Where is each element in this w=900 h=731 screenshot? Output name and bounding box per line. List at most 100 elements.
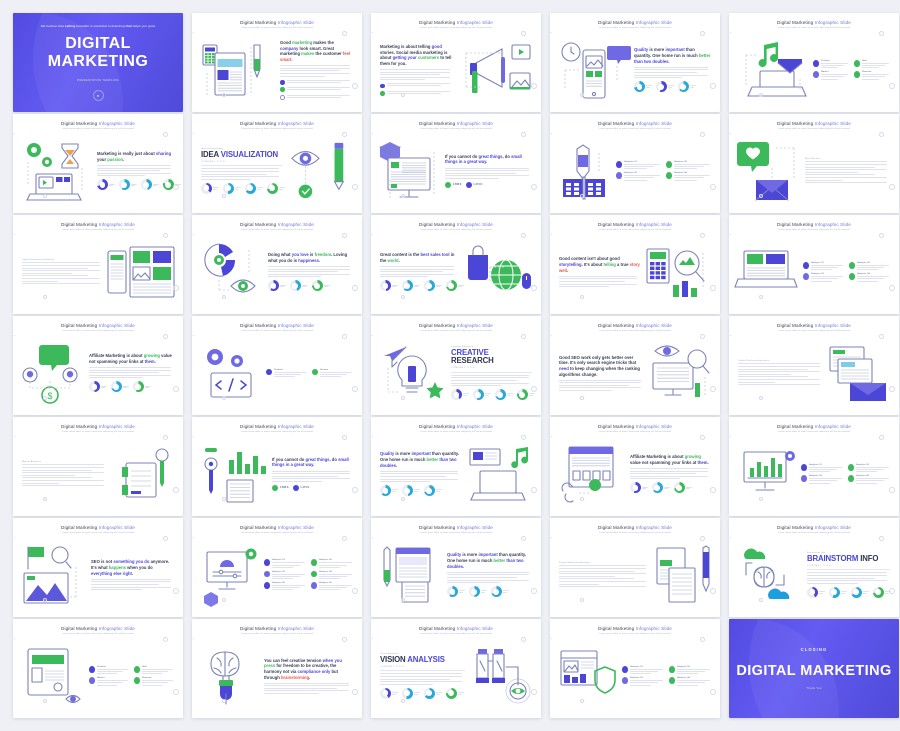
text-block: SEO is not something you do anymore. It'… (91, 559, 174, 591)
text-line (624, 177, 655, 179)
person-text: Analysis 01 (272, 559, 306, 568)
avatar-icon (854, 60, 860, 67)
donut-label (131, 183, 138, 187)
slide-artwork (649, 345, 711, 401)
text-line (559, 382, 641, 384)
text-line (22, 464, 104, 466)
slide-artwork (655, 545, 711, 604)
avatar-icon (669, 677, 675, 684)
slide-25[interactable]: Digital Marketing Infographic Slide Lorem… (729, 417, 899, 516)
avatar-icon (622, 677, 628, 684)
slide-title: Digital Marketing Infographic Slide (380, 626, 532, 631)
slide-13[interactable]: Digital Marketing Infographic Slide Lorem… (371, 215, 541, 314)
slide-title-main: Digital Marketing (419, 626, 457, 631)
slide-2[interactable]: Digital Marketing Infographic Slide Lorem… (192, 13, 362, 112)
stat-dot (292, 484, 299, 491)
list-block: Best Results (805, 158, 890, 184)
text-block: Quality is more important than quantity.… (380, 451, 461, 497)
slide-24[interactable]: Digital Marketing Infographic Slide Lorem… (550, 417, 720, 516)
text-line (264, 687, 337, 689)
slide-10[interactable]: Digital Marketing Infographic Slide Lorem… (729, 114, 899, 213)
text-lines (559, 379, 644, 392)
bullet-text (387, 90, 453, 94)
label-line (414, 691, 421, 693)
slide-23[interactable]: Digital Marketing Infographic Slide Lorem… (371, 417, 541, 516)
bag-globe-mouse-illustration (468, 245, 531, 291)
closing-title: DIGITAL MARKETING (736, 662, 892, 679)
text-line (201, 168, 279, 170)
person-item: Sale (134, 666, 174, 675)
slide-body: Good marketing makes the company look sm… (201, 31, 353, 106)
text-line (857, 276, 889, 278)
slide-4[interactable]: Digital Marketing Infographic Slide Lorem… (550, 13, 720, 112)
slide-20[interactable]: Digital Marketing Infographic Slide Lorem… (729, 316, 899, 415)
slide-27[interactable]: Digital Marketing Infographic Slide Lorem… (192, 518, 362, 617)
bullet-item (380, 83, 453, 89)
slide-12[interactable]: Digital Marketing Infographic Slide Lorem… (192, 215, 362, 314)
person-item: Analysis 04 (849, 273, 890, 282)
slide-21[interactable]: Digital Marketing Infographic Slide Lorem… (13, 417, 183, 516)
text-line (380, 473, 458, 475)
text-block: Affiliate Marketing is about growing val… (89, 353, 174, 393)
label-line (863, 590, 870, 592)
list-block: Digital Marketing Solutions (22, 259, 103, 285)
label-line (392, 489, 399, 491)
slide-body: Digital Marketing Analysis (559, 536, 711, 611)
person-label: Analysis 03 (272, 570, 285, 573)
donut-item (445, 687, 465, 699)
text-line (674, 166, 705, 168)
donut-chart-group (447, 586, 532, 598)
slide-header: Digital Marketing Infographic Slide Lorem… (201, 323, 353, 334)
slide-28[interactable]: Digital Marketing Infographic Slide Lorem… (371, 518, 541, 617)
slide-32[interactable]: Digital Marketing Infographic Slide Lorem… (192, 619, 362, 718)
text-line (264, 682, 350, 684)
slide-6[interactable]: Digital Marketing Infographic Slide Lorem… (13, 114, 183, 213)
slide-title-main: Digital Marketing (61, 121, 99, 126)
slide-body: Product Service (201, 334, 353, 409)
cover-subtitle: PRESENTATION TEMPLATE (77, 79, 119, 83)
slide-3[interactable]: Digital Marketing Infographic Slide Lorem… (371, 13, 541, 112)
text-line (630, 470, 708, 472)
slide-19[interactable]: Digital Marketing Infographic Slide Lorem… (550, 316, 720, 415)
slide-14[interactable]: Digital Marketing Infographic Slide Lorem… (550, 215, 720, 314)
label-line (690, 85, 697, 87)
text-line (280, 73, 351, 75)
closing-slide[interactable]: CLOSING DIGITAL MARKETING Thank You (729, 619, 899, 718)
slide-17[interactable]: Digital Marketing Infographic Slide Lorem… (192, 316, 362, 415)
slide-8[interactable]: Digital Marketing Infographic Slide Lorem… (371, 114, 541, 213)
headline-segment: better (426, 457, 439, 463)
text-line (559, 586, 647, 588)
slide-7[interactable]: Digital Marketing Infographic Slide Lorem… (192, 114, 362, 213)
text-lines (630, 468, 711, 480)
slide-15[interactable]: Digital Marketing Infographic Slide Lorem… (729, 215, 899, 314)
slide-33[interactable]: Digital Marketing Infographic Slide Lorem… (371, 619, 541, 718)
slide-16[interactable]: Digital Marketing Infographic Slide Lorem… (13, 316, 183, 415)
text-line (821, 65, 844, 67)
person-label: Analysis 02 (857, 262, 870, 265)
avatar-icon (89, 677, 95, 684)
slide-30[interactable]: Digital Marketing Infographic Slide Lorem… (729, 518, 899, 617)
slide-9[interactable]: Digital Marketing Infographic Slide Lorem… (550, 114, 720, 213)
avatar-icon (312, 368, 318, 376)
slide-title-accent: Infographic Slide (635, 323, 672, 328)
headline-segment: marketing (292, 40, 313, 46)
list-kicker: Digital Marketing Analysis (738, 360, 770, 363)
cover-slide[interactable]: We believe that selling beautiful is ess… (13, 13, 183, 112)
slide-5[interactable]: Digital Marketing Infographic Slide Lorem… (729, 13, 899, 112)
text-line (22, 472, 104, 474)
slide-31[interactable]: Digital Marketing Infographic Slide Lorem… (13, 619, 183, 718)
text-line (320, 375, 341, 377)
slide-29[interactable]: Digital Marketing Infographic Slide Lorem… (550, 518, 720, 617)
slide-22[interactable]: Digital Marketing Infographic Slide Lorem… (192, 417, 362, 516)
big-title-block: Vision Analysis VISION ANALYSIS COMPANY TI… (380, 653, 465, 699)
slide-34[interactable]: Digital Marketing Infographic Slide Lorem… (550, 619, 720, 718)
slide-26[interactable]: Digital Marketing Infographic Slide Lorem… (13, 518, 183, 617)
slide-18[interactable]: Digital Marketing Infographic Slide Lorem… (371, 316, 541, 415)
text-line (142, 684, 162, 686)
browser-pen-calculator-illustration (202, 44, 261, 96)
slide-11[interactable]: Digital Marketing Infographic Slide Lorem… (13, 215, 183, 314)
text-line (97, 669, 128, 671)
headline-segment: great things (478, 153, 503, 159)
donut-item (447, 586, 466, 598)
slide-title-main: Digital Marketing (61, 222, 99, 227)
